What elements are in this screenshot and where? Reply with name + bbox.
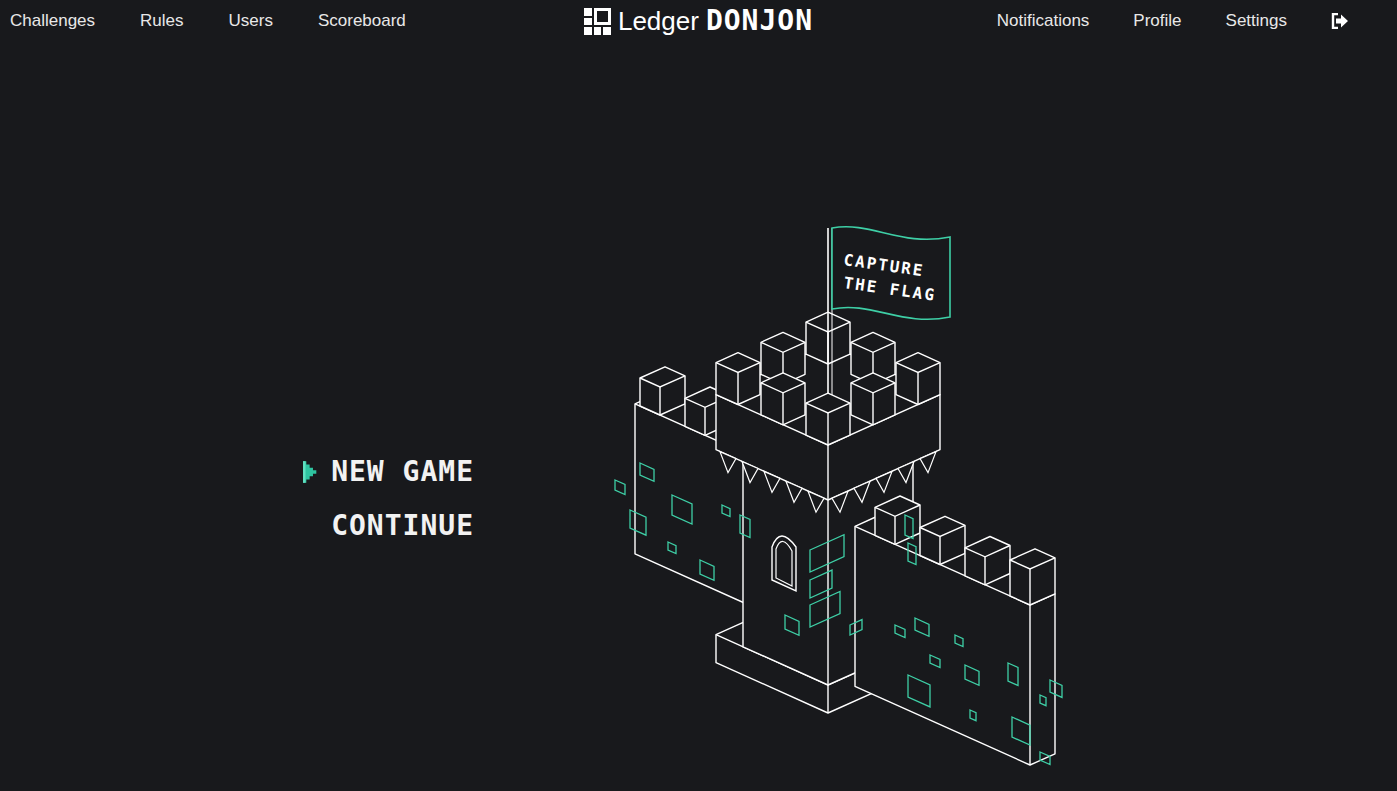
title-screen: NEW GAME CONTINUE CAPTURETHE FLAG xyxy=(0,42,1397,785)
flag-text: THE FLAG xyxy=(842,273,937,305)
ledger-logo-icon xyxy=(584,8,611,35)
logout-icon[interactable] xyxy=(1331,13,1349,29)
menu-item[interactable]: NEW GAME xyxy=(303,456,474,488)
game-menu: NEW GAME CONTINUE xyxy=(303,456,474,542)
nav-link[interactable]: Settings xyxy=(1226,8,1287,34)
logo-product: DONJON xyxy=(706,7,813,35)
menu-item[interactable]: CONTINUE xyxy=(303,510,474,542)
castle-icon: CAPTURETHE FLAG xyxy=(610,225,1080,785)
nav-left: Challenges Rules Users Scoreboard xyxy=(0,8,466,34)
logo[interactable]: Ledger DONJON xyxy=(466,7,932,35)
nav-link[interactable]: Challenges xyxy=(10,8,95,34)
logo-brand: Ledger xyxy=(618,8,699,34)
nav-link[interactable]: Rules xyxy=(140,8,183,34)
nav-link[interactable]: Notifications xyxy=(997,8,1090,34)
nav-link[interactable]: Scoreboard xyxy=(318,8,406,34)
nav-link[interactable]: Profile xyxy=(1133,8,1181,34)
nav-link[interactable]: Users xyxy=(229,8,273,34)
top-nav: Challenges Rules Users Scoreboard Ledger DO… xyxy=(0,0,1397,42)
nav-right: Notifications Profile Settings xyxy=(931,8,1397,34)
cursor-arrow-icon xyxy=(303,459,317,485)
